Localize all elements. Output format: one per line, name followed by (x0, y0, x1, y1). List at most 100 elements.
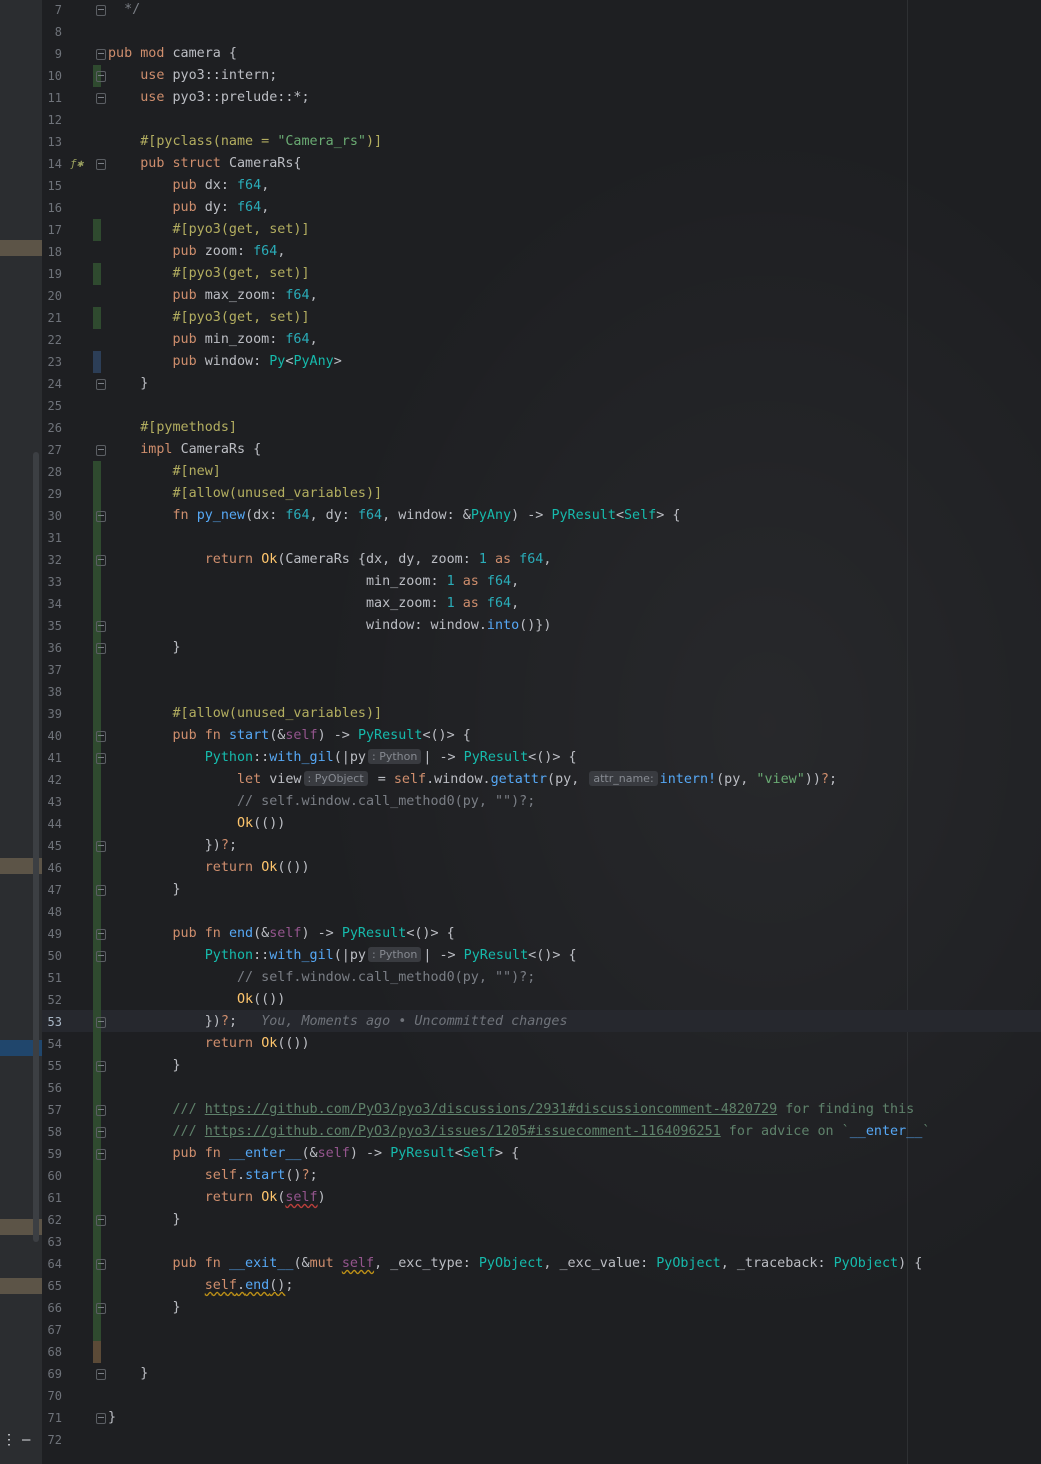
code-text[interactable]: #[pyo3(get, set)] (108, 263, 310, 285)
code-text[interactable]: #[pyo3(get, set)] (108, 219, 310, 241)
fold-icon[interactable] (96, 5, 106, 16)
added-line-marker[interactable] (93, 769, 101, 791)
code-text[interactable]: fn py_new(dx: f64, dy: f64, window: &PyA… (108, 505, 681, 527)
code-text[interactable]: window: window.into()}) (108, 615, 551, 637)
code-line[interactable]: 72 (0, 1429, 1041, 1451)
code-line[interactable]: 61 return Ok(self) (0, 1187, 1041, 1209)
code-line[interactable]: 54 return Ok(()) (0, 1033, 1041, 1055)
code-text[interactable]: // self.window.call_method0(py, "")?; (108, 967, 535, 989)
code-line[interactable]: 42 let view: PyObject = self.window.geta… (0, 769, 1041, 791)
fold-icon[interactable] (96, 731, 106, 742)
fold-icon[interactable] (96, 511, 106, 522)
code-line[interactable]: 15 pub dx: f64, (0, 175, 1041, 197)
code-text[interactable]: pub fn __exit__(&mut self, _exc_type: Py… (108, 1253, 923, 1275)
added-line-marker[interactable] (93, 813, 101, 835)
fold-icon[interactable] (96, 1149, 106, 1160)
code-line[interactable]: 68 (0, 1341, 1041, 1363)
code-line[interactable]: 20 pub max_zoom: f64, (0, 285, 1041, 307)
code-text[interactable]: use pyo3::prelude::*; (108, 87, 309, 109)
code-line[interactable]: 57 /// https://github.com/PyO3/pyo3/disc… (0, 1099, 1041, 1121)
code-text[interactable]: #[pyo3(get, set)] (108, 307, 310, 329)
fold-icon[interactable] (96, 1259, 106, 1270)
code-text[interactable]: return Ok(self) (108, 1187, 326, 1209)
code-line[interactable]: 43 // self.window.call_method0(py, "")?; (0, 791, 1041, 813)
code-line[interactable]: 55 } (0, 1055, 1041, 1077)
code-text[interactable]: pub fn start(&self) -> PyResult<()> { (108, 725, 471, 747)
added-line-marker[interactable] (93, 791, 101, 813)
code-text[interactable]: self.start()?; (108, 1165, 318, 1187)
code-line[interactable]: 13 #[pyclass(name = "Camera_rs")] (0, 131, 1041, 153)
code-text[interactable]: pub struct CameraRs{ (108, 153, 301, 175)
code-line[interactable]: 19 #[pyo3(get, set)] (0, 263, 1041, 285)
added-line-marker[interactable] (93, 659, 101, 681)
code-line-current[interactable]: 53 })?; You, Moments ago • Uncommitted c… (0, 1011, 1041, 1033)
code-text[interactable]: } (108, 1209, 181, 1231)
fold-icon[interactable] (96, 1105, 106, 1116)
doc-link[interactable]: https://github.com/PyO3/pyo3/discussions… (205, 1102, 777, 1117)
added-line-marker[interactable] (93, 703, 101, 725)
code-line[interactable]: 51 // self.window.call_method0(py, "")?; (0, 967, 1041, 989)
fold-icon[interactable] (96, 379, 106, 390)
code-line[interactable]: 33 min_zoom: 1 as f64, (0, 571, 1041, 593)
added-line-marker[interactable] (93, 1231, 101, 1253)
code-line[interactable]: 38 (0, 681, 1041, 703)
fold-icon[interactable] (96, 753, 106, 764)
code-text[interactable]: let view: PyObject = self.window.getattr… (108, 769, 837, 791)
code-text[interactable]: #[allow(unused_variables)] (108, 703, 383, 725)
code-line[interactable]: 31 (0, 527, 1041, 549)
code-text[interactable]: pub fn end(&self) -> PyResult<()> { (108, 923, 455, 945)
fold-icon[interactable] (96, 951, 106, 962)
code-line[interactable]: 12 (0, 109, 1041, 131)
code-line[interactable]: 21 #[pyo3(get, set)] (0, 307, 1041, 329)
added-line-marker[interactable] (93, 989, 101, 1011)
code-line[interactable]: 37 (0, 659, 1041, 681)
added-line-marker[interactable] (93, 1077, 101, 1099)
code-line[interactable]: 39 #[allow(unused_variables)] (0, 703, 1041, 725)
code-line[interactable]: 28 #[new] (0, 461, 1041, 483)
git-blame-annotation[interactable]: You, Moments ago • Uncommitted changes (261, 1014, 567, 1029)
code-text[interactable]: return Ok(()) (108, 1033, 310, 1055)
code-line[interactable]: 63 (0, 1231, 1041, 1253)
fold-icon[interactable] (96, 1215, 106, 1226)
code-line[interactable]: 16 pub dy: f64, (0, 197, 1041, 219)
code-text[interactable]: pub fn __enter__(&self) -> PyResult<Self… (108, 1143, 520, 1165)
code-line[interactable]: 17 #[pyo3(get, set)] (0, 219, 1041, 241)
code-line[interactable]: 50 Python::with_gil(|py: Python | -> PyRe… (0, 945, 1041, 967)
fold-icon[interactable] (96, 929, 106, 940)
code-text[interactable]: max_zoom: 1 as f64, (108, 593, 519, 615)
fold-icon[interactable] (96, 49, 106, 60)
added-line-marker[interactable] (93, 483, 101, 505)
fold-icon[interactable] (96, 159, 106, 170)
code-text[interactable]: */ (108, 0, 140, 21)
fold-icon[interactable] (96, 93, 106, 104)
code-line[interactable]: 41 Python::with_gil(|py: Python | -> PyRe… (0, 747, 1041, 769)
code-line[interactable]: 7 */ (0, 0, 1041, 21)
fold-icon[interactable] (96, 841, 106, 852)
code-text[interactable]: } (108, 879, 181, 901)
code-text[interactable]: return Ok(CameraRs {dx, dy, zoom: 1 as f… (108, 549, 552, 571)
code-line[interactable]: 8 (0, 21, 1041, 43)
code-text[interactable]: #[pyclass(name = "Camera_rs")] (108, 131, 382, 153)
code-line[interactable]: 32 return Ok(CameraRs {dx, dy, zoom: 1 a… (0, 549, 1041, 571)
doc-link[interactable]: https://github.com/PyO3/pyo3/issues/1205… (205, 1124, 721, 1139)
code-line[interactable]: 52 Ok(()) (0, 989, 1041, 1011)
fold-icon[interactable] (96, 621, 106, 632)
code-line[interactable]: 64 pub fn __exit__(&mut self, _exc_type:… (0, 1253, 1041, 1275)
code-line[interactable]: 24 } (0, 373, 1041, 395)
code-text[interactable]: #[allow(unused_variables)] (108, 483, 383, 505)
code-text[interactable]: } (108, 1297, 181, 1319)
code-line[interactable]: 48 (0, 901, 1041, 923)
code-line[interactable]: 10 use pyo3::intern; (0, 65, 1041, 87)
code-line[interactable]: 26 #[pymethods] (0, 417, 1041, 439)
added-line-marker[interactable] (93, 1187, 101, 1209)
added-line-marker[interactable] (93, 901, 101, 923)
added-line-marker[interactable] (93, 461, 101, 483)
code-line[interactable]: 30 fn py_new(dx: f64, dy: f64, window: &… (0, 505, 1041, 527)
code-line[interactable]: 45 })?; (0, 835, 1041, 857)
code-line[interactable]: 56 (0, 1077, 1041, 1099)
code-line[interactable]: 11 use pyo3::prelude::*; (0, 87, 1041, 109)
code-text[interactable]: } (108, 1407, 116, 1429)
code-text[interactable]: Python::with_gil(|py: Python | -> PyResul… (108, 747, 577, 769)
code-line[interactable]: 60 self.start()?; (0, 1165, 1041, 1187)
code-line[interactable]: 67 (0, 1319, 1041, 1341)
